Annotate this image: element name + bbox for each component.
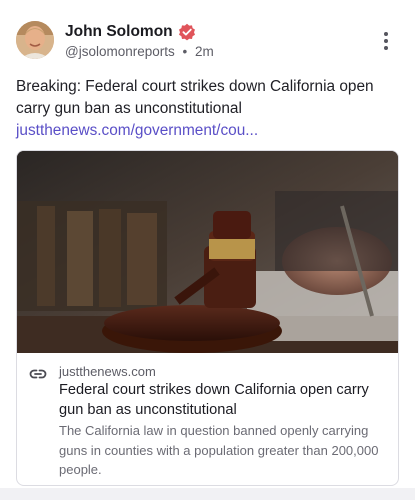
link-preview-domain: justthenews.com xyxy=(59,364,156,379)
author-meta: @jsolomonreports • 2m xyxy=(65,44,214,59)
avatar[interactable] xyxy=(16,21,54,59)
link-preview-image[interactable] xyxy=(17,151,398,353)
post-card: John Solomon @jsolomonreports • 2m Break… xyxy=(0,0,415,500)
verified-badge-icon xyxy=(178,23,196,41)
meta-separator: • xyxy=(182,44,188,59)
more-vertical-icon[interactable] xyxy=(377,29,395,53)
post-text: Breaking: Federal court strikes down Cal… xyxy=(16,78,374,117)
link-preview-description: The California law in question banned op… xyxy=(59,423,379,477)
post-link[interactable]: justthenews.com/government/cou... xyxy=(16,122,258,139)
post-header: John Solomon @jsolomonreports • 2m xyxy=(16,21,399,63)
post-time[interactable]: 2m xyxy=(195,44,214,59)
author-name-row: John Solomon xyxy=(65,23,196,41)
link-icon xyxy=(29,367,47,381)
author-name[interactable]: John Solomon xyxy=(65,23,173,41)
author-handle[interactable]: @jsolomonreports xyxy=(65,44,175,59)
post-body: Breaking: Federal court strikes down Cal… xyxy=(16,76,396,142)
link-preview-title[interactable]: Federal court strikes down California op… xyxy=(59,380,389,420)
link-preview-card[interactable]: justthenews.com Federal court strikes do… xyxy=(16,150,399,486)
